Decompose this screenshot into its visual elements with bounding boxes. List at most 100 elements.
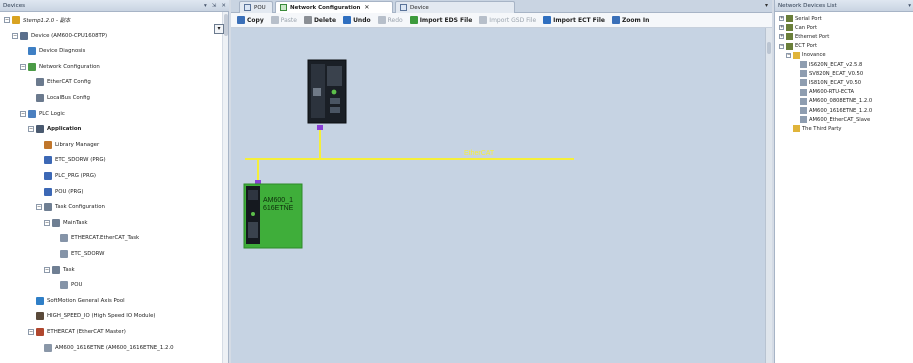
- tree-expander-icon[interactable]: −: [44, 219, 50, 226]
- tree-item[interactable]: − ETHERCAT (EtherCAT Master): [28, 327, 126, 337]
- toolbar-button-label: Import GSD File: [489, 16, 537, 24]
- network-device-item[interactable]: AM600_EtherCAT_Slave: [793, 115, 870, 124]
- plc-device[interactable]: [307, 59, 347, 124]
- zoom-in-button[interactable]: Zoom In: [611, 16, 650, 24]
- project-icon: [12, 16, 20, 24]
- import-eds-icon: [409, 16, 418, 24]
- tree-item[interactable]: LocalBus Config: [28, 93, 90, 103]
- tree-item[interactable]: AM600_1616ETNE (AM600_1616ETNE_1.2.0: [36, 343, 174, 353]
- undo-button[interactable]: Undo: [343, 16, 371, 24]
- tree-item[interactable]: − Network Configuration: [20, 62, 100, 72]
- tree-expander-icon[interactable]: −: [36, 204, 42, 211]
- tree-item-label: Task: [63, 266, 75, 273]
- tree-item[interactable]: − Device (AM600-CPU1608TP): [12, 31, 107, 41]
- tree-item[interactable]: HIGH_SPEED_IO (High Speed IO Module): [28, 311, 156, 321]
- network-device-item[interactable]: AM600-RTU-ECTA: [793, 88, 854, 97]
- network-canvas[interactable]: EtherCAT AM600_1 616ETNE: [231, 28, 772, 363]
- tree-expander-icon[interactable]: +: [779, 34, 784, 40]
- toolbar-button-label: Import ECT File: [553, 16, 605, 24]
- tree-item[interactable]: − Application: [28, 124, 81, 134]
- network-device-item[interactable]: + Can Port: [779, 23, 817, 32]
- network-device-item[interactable]: The Third Party: [786, 124, 842, 133]
- tree-expander-icon[interactable]: −: [4, 17, 10, 23]
- tree-item[interactable]: − MainTask: [44, 218, 88, 228]
- network-device-item[interactable]: + Serial Port: [779, 14, 822, 23]
- panel-menu-button[interactable]: ▾: [204, 3, 207, 9]
- tree-item[interactable]: POU: [52, 280, 82, 290]
- panel-menu-button[interactable]: ▾: [908, 3, 911, 9]
- tree-item[interactable]: ETHERCAT.EtherCAT_Task: [52, 233, 139, 243]
- network-device-label: IS620N_ECAT_v2.5.8: [809, 61, 863, 68]
- network-device-item[interactable]: IS620N_ECAT_v2.5.8: [793, 60, 862, 69]
- task-call-icon: [60, 281, 68, 290]
- tree-item[interactable]: EtherCAT Config: [28, 77, 91, 87]
- tab-network-configuration[interactable]: Network Configuration ✕: [275, 1, 393, 13]
- slave-device-am600-1616etne[interactable]: AM600_1 616ETNE: [243, 183, 303, 249]
- tree-item[interactable]: ETC_SDORW (PRG): [36, 155, 106, 165]
- tab-pou[interactable]: POU: [239, 1, 273, 13]
- tree-item[interactable]: PLC_PRG (PRG): [36, 171, 96, 181]
- tree-item[interactable]: Device Diagnosis: [20, 46, 85, 56]
- tree-item[interactable]: Library Manager: [36, 140, 99, 150]
- tree-expander-icon[interactable]: −: [12, 32, 18, 39]
- tree-expander-icon[interactable]: +: [779, 16, 784, 21]
- close-tab-icon[interactable]: ✕: [364, 4, 369, 11]
- plc-ethercat-port[interactable]: [317, 125, 323, 130]
- scrollbar-thumb[interactable]: [224, 14, 228, 36]
- tabs-dropdown-icon[interactable]: ▾: [765, 2, 768, 9]
- tree-item-label: SoftMotion General Axis Pool: [47, 297, 125, 304]
- tree-item[interactable]: ETC_SDORW: [52, 249, 105, 259]
- network-device-item[interactable]: − Inovance: [786, 51, 826, 60]
- tree-item[interactable]: − Task Configuration: [36, 202, 105, 212]
- tree-item[interactable]: − PLC Logic: [20, 109, 65, 119]
- panel-pin-button[interactable]: ⇲: [212, 3, 217, 9]
- tree-item[interactable]: − Stemp1.2.0 - 副本: [4, 15, 70, 25]
- scrollbar-thumb[interactable]: [767, 42, 771, 54]
- network-devices-header: Network Devices List ▾: [775, 0, 913, 12]
- toolbar-button-label: Zoom In: [621, 16, 650, 24]
- network-config-toolbar: Copy Paste Delete Undo Redo Import EDS File Im…: [231, 13, 772, 28]
- copy-button[interactable]: Copy: [237, 16, 264, 24]
- import-ect-file-button[interactable]: Import ECT File: [543, 16, 605, 24]
- task-call-icon: [60, 234, 68, 243]
- import-gsd-file-button[interactable]: Import GSD File: [479, 16, 536, 24]
- toolbar-button-label: Undo: [353, 16, 371, 24]
- network-devices-title: Network Devices List: [778, 2, 837, 9]
- tree-expander-icon[interactable]: −: [20, 63, 26, 70]
- tree-expander-icon[interactable]: −: [44, 266, 50, 273]
- zoom-in-icon: [611, 16, 620, 24]
- task-icon: [52, 218, 60, 227]
- device-entry-icon: [800, 88, 807, 96]
- network-device-item[interactable]: IS810N_ECAT_V0.50: [793, 78, 861, 87]
- tree-expander-icon[interactable]: −: [28, 329, 34, 335]
- redo-button[interactable]: Redo: [377, 16, 403, 24]
- panel-close-button[interactable]: ✕: [221, 3, 226, 9]
- network-device-label: Serial Port: [795, 15, 822, 22]
- network-device-item[interactable]: − ECT Port: [779, 42, 817, 51]
- import-eds-file-button[interactable]: Import EDS File: [409, 16, 472, 24]
- tree-dropdown-button[interactable]: ▾: [214, 24, 224, 34]
- delete-button[interactable]: Delete: [303, 16, 336, 24]
- tree-item[interactable]: SoftMotion General Axis Pool: [28, 296, 125, 306]
- tree-item-label: Library Manager: [55, 141, 100, 148]
- network-device-label: AM600-RTU-ECTA: [809, 89, 855, 96]
- tab-label: Device: [410, 4, 429, 11]
- network-device-item[interactable]: + Ethernet Port: [779, 32, 829, 41]
- tree-item[interactable]: POU (PRG): [36, 187, 84, 197]
- tree-item[interactable]: − Task: [44, 265, 75, 275]
- port-icon: [786, 42, 793, 50]
- tree-expander-icon[interactable]: −: [20, 110, 26, 117]
- network-device-item[interactable]: AM600_1616ETNE_1.2.0: [793, 106, 872, 115]
- devices-scrollbar[interactable]: [222, 12, 228, 363]
- tree-expander-icon[interactable]: −: [786, 52, 791, 58]
- tree-expander-icon[interactable]: −: [779, 43, 784, 49]
- tab-device[interactable]: Device: [395, 1, 515, 13]
- tree-item-label: MainTask: [63, 219, 88, 226]
- network-device-item[interactable]: AM600_0808ETNE_1.2.0: [793, 97, 872, 106]
- paste-button[interactable]: Paste: [270, 16, 297, 24]
- network-device-item[interactable]: SV820N_ECAT_V0.50: [793, 69, 863, 78]
- canvas-scrollbar[interactable]: [765, 28, 772, 363]
- tab-label: Network Configuration: [290, 4, 361, 11]
- tree-expander-icon[interactable]: +: [779, 25, 784, 31]
- tree-expander-icon[interactable]: −: [28, 126, 34, 133]
